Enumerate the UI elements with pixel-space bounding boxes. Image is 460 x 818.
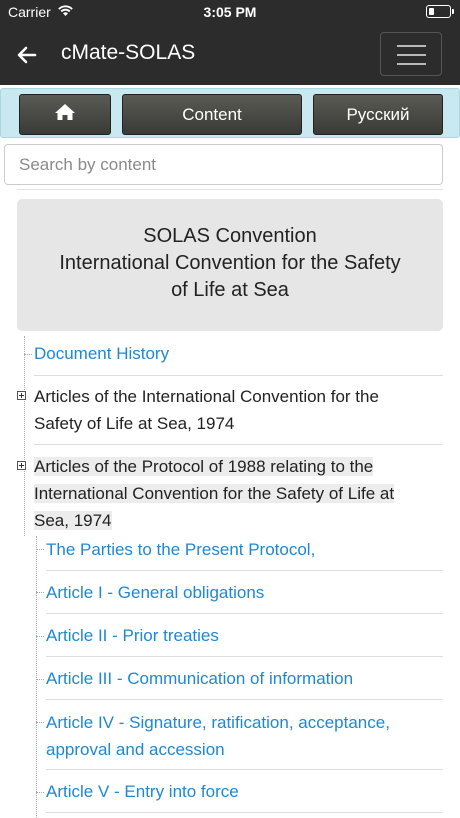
home-button[interactable]: [19, 94, 111, 135]
divider: [46, 769, 443, 770]
tree-item-article-2[interactable]: Article II - Prior treaties: [46, 622, 219, 649]
tree-item-document-history[interactable]: Document History: [34, 340, 169, 367]
arrow-left-icon[interactable]: [14, 42, 40, 68]
tree-item-article-5[interactable]: Article V - Entry into force: [46, 778, 239, 805]
tree-item-article-3[interactable]: Article III - Communication of informati…: [46, 665, 353, 692]
app-title: cMate-SOLAS: [61, 41, 196, 64]
divider: [34, 444, 443, 445]
content-button[interactable]: Content: [122, 94, 302, 135]
battery-icon: [426, 5, 454, 18]
divider: [46, 812, 443, 813]
language-button[interactable]: Русский: [313, 94, 443, 135]
tree-item-article-4[interactable]: Article IV - Signature, ratification, ac…: [46, 709, 390, 763]
plus-expand-icon[interactable]: [17, 391, 26, 400]
plus-expand-icon[interactable]: [17, 461, 26, 470]
header-subtitle-line2: of Life at Sea: [171, 279, 289, 301]
hamburger-icon: [397, 45, 426, 47]
header-subtitle-line1: International Convention for the Safety: [59, 252, 401, 274]
tree-item-article-1[interactable]: Article I - General obligations: [46, 579, 264, 606]
divider: [46, 570, 443, 571]
document-header: SOLAS Convention International Conventio…: [17, 199, 443, 331]
tree-item-parties[interactable]: The Parties to the Present Protocol,: [46, 536, 315, 563]
menu-toggle-button[interactable]: [380, 32, 442, 76]
clock-label: 3:05 PM: [203, 4, 257, 20]
home-icon: [54, 103, 76, 126]
tree-item-articles-1974[interactable]: Articles of the International Convention…: [34, 383, 379, 437]
divider: [46, 699, 443, 700]
tree-connector: [24, 336, 25, 536]
search-box: [4, 144, 443, 185]
divider: [46, 656, 443, 657]
status-bar: Carrier 3:05 PM: [0, 0, 460, 24]
divider: [17, 189, 443, 190]
header-title: SOLAS Convention: [143, 225, 317, 247]
navbar: cMate-SOLAS: [0, 24, 460, 85]
tree-item-articles-1988[interactable]: Articles of the Protocol of 1988 relatin…: [34, 453, 395, 534]
search-input[interactable]: [5, 145, 442, 184]
tree-connector-children: [36, 536, 37, 818]
button-bar: Content Русский: [0, 88, 460, 138]
divider: [46, 613, 443, 614]
divider: [34, 375, 443, 376]
